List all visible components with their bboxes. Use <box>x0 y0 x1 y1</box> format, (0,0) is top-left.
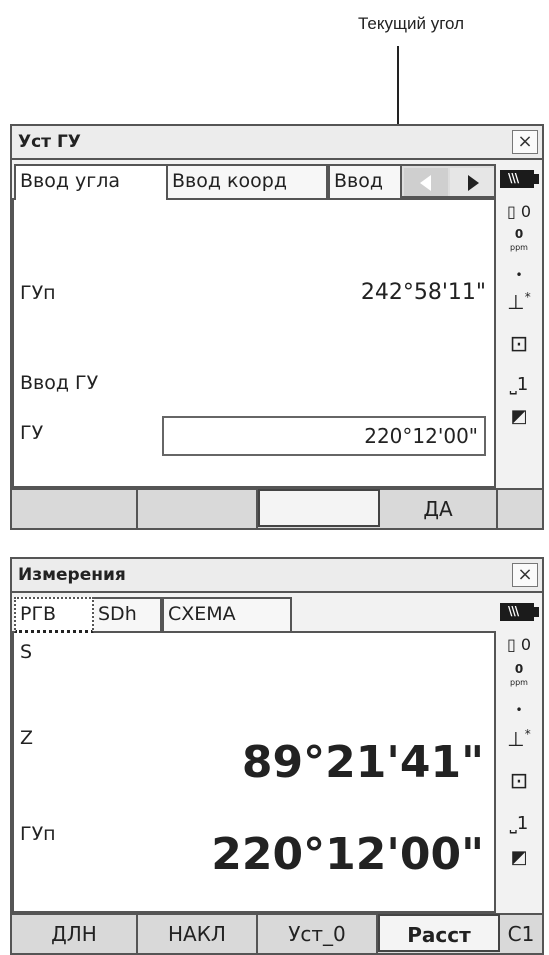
tab-input-more[interactable]: Ввод <box>328 164 404 198</box>
tilt-button[interactable]: НАКЛ <box>138 915 258 953</box>
input-mode-icon: ⎵1 <box>509 374 529 395</box>
instrument-icon: ⊡ <box>509 769 529 794</box>
ppm-unit: ppm <box>510 243 528 252</box>
target-icon: ◩ <box>510 847 528 868</box>
callout-current-angle: Текущий угол <box>358 14 465 33</box>
tilt-icon: ⊥* <box>496 727 542 751</box>
close-icon[interactable]: × <box>512 130 538 154</box>
prism-icon: ▯ 0 <box>506 635 532 654</box>
ppm-icon: 0 ppm <box>496 663 542 689</box>
hz-input-field[interactable]: 220°12'00" <box>162 416 486 456</box>
prism-icon: ▯ 0 <box>506 202 532 221</box>
ppm-icon: 0 ppm <box>496 228 542 254</box>
measure-button[interactable]: Расст <box>378 914 500 952</box>
softkey-bar: ДА <box>12 488 542 528</box>
battery-icon: \\\ <box>500 170 534 188</box>
distance-button[interactable]: ДЛН <box>12 915 138 953</box>
close-icon[interactable]: × <box>512 563 538 587</box>
ppm-value: 0 <box>514 227 524 241</box>
arrow-left-icon[interactable] <box>404 168 448 196</box>
softkey-1[interactable] <box>12 490 138 528</box>
page-c1-button[interactable]: С1 <box>500 915 542 953</box>
ok-button[interactable]: ДА <box>380 490 498 528</box>
ppm-value: 0 <box>514 662 524 676</box>
softkey-bar: ДЛН НАКЛ Уст_0 Расст С1 <box>12 913 542 953</box>
measurement-window: Измерения × РГВ SDh СХЕМА S Z 89°21'41" … <box>10 557 544 955</box>
battery-icon: \\\ <box>500 603 534 621</box>
star-glyph: * <box>524 727 531 741</box>
input-mode-icon: ⎵1 <box>509 813 529 834</box>
softkey-5[interactable] <box>498 490 542 528</box>
prism-constant: 0 <box>520 635 532 654</box>
tilt-glyph: ⊥ <box>507 290 525 314</box>
hz-label: ГУп <box>20 282 56 304</box>
tab-rgv[interactable]: РГВ <box>14 597 94 633</box>
set-zero-button[interactable]: Уст_0 <box>258 915 378 953</box>
softkey-3[interactable] <box>258 489 380 527</box>
hz-value: 220°12'00" <box>211 829 484 880</box>
slope-distance-label: S <box>20 641 33 663</box>
hz-label: ГУп <box>20 823 56 845</box>
content-area: ГУп 242°58'11" Ввод ГУ ГУ 220°12'00" <box>12 198 496 488</box>
signal-dot: • <box>515 703 523 717</box>
window-title: Измерения <box>18 565 126 585</box>
tab-sdh[interactable]: SDh <box>92 597 162 631</box>
titlebar: Измерения × <box>12 559 542 593</box>
hz-value: 242°58'11" <box>360 280 486 305</box>
tab-angle-input[interactable]: Ввод угла <box>14 164 168 200</box>
zenith-label: Z <box>20 727 34 749</box>
mode-number: 1 <box>516 813 529 834</box>
arrow-right-icon[interactable] <box>450 168 494 196</box>
window-title: Уст ГУ <box>18 132 81 152</box>
tilt-icon: ⊥* <box>496 290 542 314</box>
prism-constant: 0 <box>520 202 532 221</box>
star-glyph: * <box>524 290 531 304</box>
zenith-value: 89°21'41" <box>241 737 484 788</box>
target-icon: ◩ <box>510 406 528 427</box>
hz-angle-setup-window: Уст ГУ × Ввод угла Ввод коорд Ввод ГУп 2… <box>10 124 544 530</box>
tab-scroll-arrows <box>400 164 496 198</box>
ppm-unit: ppm <box>510 678 528 687</box>
mode-number: 1 <box>516 374 529 395</box>
softkey-2[interactable] <box>138 490 258 528</box>
instrument-icon: ⊡ <box>509 332 529 357</box>
tab-schema[interactable]: СХЕМА <box>162 597 292 631</box>
signal-dot: • <box>515 268 523 282</box>
tab-coord-input[interactable]: Ввод коорд <box>166 164 328 198</box>
tilt-glyph: ⊥ <box>507 727 525 751</box>
hz-input-label: ГУ <box>20 422 44 444</box>
titlebar: Уст ГУ × <box>12 126 542 160</box>
content-area: S Z 89°21'41" ГУп 220°12'00" <box>12 631 496 913</box>
enter-hz-label: Ввод ГУ <box>20 372 99 394</box>
